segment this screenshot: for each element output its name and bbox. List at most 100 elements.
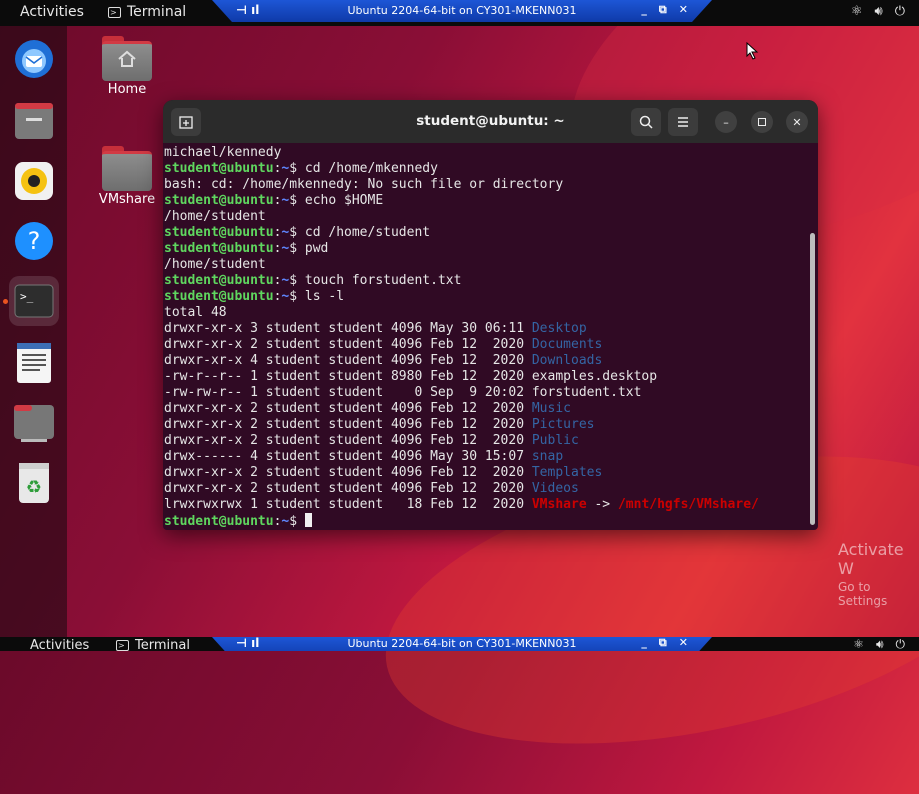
output-text: michael/kennedy [164,145,282,160]
terminal-line: drwxr-xr-x 2 student student 4096 Feb 12… [164,481,818,497]
menu-button[interactable] [668,108,698,136]
command-text: touch forstudent.txt [304,273,462,288]
link-target: /mnt/hgfs/VMshare/ [617,497,759,512]
terminal-line: student@ubuntu:~$ cd /home/mkennedy [164,161,818,177]
desktop-icon-vmshare[interactable]: VMshare [92,146,162,207]
search-button[interactable] [631,108,661,136]
desktop-icon-label: Home [107,82,147,97]
folder-icon [102,146,152,191]
maximize-button[interactable] [751,111,773,133]
text-editor-icon[interactable] [9,338,59,388]
prompt-user: student@ubuntu [164,514,274,529]
prompt-user: student@ubuntu [164,273,274,288]
ls-entry-name: Downloads [531,353,603,368]
vm-toolbar[interactable]: ⊣ ıl Ubuntu 2204-64-bit on CY301-MKENN03… [212,0,712,22]
activate-windows-watermark: Activate W Go to Settings [838,540,919,608]
terminal-line: drwxr-xr-x 2 student student 4096 Feb 12… [164,465,818,481]
ls-entry-meta: drwxr-xr-x 2 student student 4096 Feb 12… [164,433,532,448]
prompt-symbol: $ [289,273,305,288]
ls-entry-name: forstudent.txt [531,385,642,400]
output-text: /home/student [164,257,266,272]
help-icon[interactable]: ? [9,216,59,266]
link-arrow: -> [586,497,618,512]
prompt-user: student@ubuntu [164,289,274,304]
vm-title: Ubuntu 2204-64-bit on CY301-MKENN031 [347,4,577,17]
svg-text:?: ? [28,227,41,255]
terminal-line: drwxr-xr-x 2 student student 4096 Feb 12… [164,337,818,353]
rhythmbox-icon[interactable] [9,156,59,206]
prompt-symbol: $ [289,193,305,208]
terminal-icon[interactable]: >_ [9,276,59,326]
power-icon[interactable]: ⏻ [895,4,905,19]
activities-button[interactable]: Activities [20,4,84,20]
vm-restore-button[interactable]: ⧉ [659,637,667,650]
watermark-line2: Go to Settings [838,580,888,608]
vm-close-button[interactable]: ✕ [679,637,688,650]
prompt-symbol: $ [289,161,305,176]
terminal-line: student@ubuntu:~$ pwd [164,241,818,257]
text-cursor [304,513,312,527]
thunderbird-icon[interactable] [9,34,59,84]
prompt-user: student@ubuntu [164,225,274,240]
app-menu-terminal[interactable]: > Terminal [116,638,190,651]
mouse-pointer-icon [746,42,759,60]
volume-icon[interactable]: 🔊︎ [876,637,884,651]
close-icon: ✕ [792,115,802,129]
ls-entry-meta: drwxr-xr-x 3 student student 4096 May 30… [164,321,532,336]
ls-entry-meta: drwx------ 4 student student 4096 May 30… [164,449,532,464]
terminal-line: student@ubuntu:~$ cd /home/student [164,225,818,241]
ls-entry-name: Music [531,401,571,416]
ls-entry-meta: drwxr-xr-x 2 student student 4096 Feb 12… [164,417,532,432]
ls-entry-meta: drwxr-xr-x 2 student student 4096 Feb 12… [164,401,532,416]
maximize-icon [758,118,766,126]
svg-text:♻: ♻ [26,477,42,498]
dock: ? >_ ♻ [0,26,67,637]
output-text: total 48 [164,305,227,320]
desktop-icon-home[interactable]: Home [92,36,162,97]
command-text: echo $HOME [304,193,384,208]
close-button[interactable]: ✕ [786,111,808,133]
power-icon[interactable]: ⏻ [896,637,906,651]
scrollbar[interactable] [810,233,815,525]
app-menu-terminal[interactable]: > Terminal [108,4,186,20]
terminal-line: /home/student [164,257,818,273]
prompt-user: student@ubuntu [164,241,274,256]
prompt-symbol: $ [289,514,305,529]
vm-close-button[interactable]: ✕ [679,3,688,17]
terminal-line: drwxr-xr-x 2 student student 4096 Feb 12… [164,401,818,417]
ls-entry-name: Public [531,433,579,448]
ls-entry-name: Documents [531,337,603,352]
files-icon[interactable] [9,96,59,146]
vm-toolbar[interactable]: ⊣ ıl Ubuntu 2204-64-bit on CY301-MKENN03… [212,637,712,651]
shared-folder-icon[interactable] [9,398,59,448]
network-icon[interactable]: ⚛ [853,637,864,651]
terminal-output[interactable]: michael/kennedy student@ubuntu:~$ cd /hom… [163,143,818,530]
terminal-icon: > [116,640,129,651]
terminal-line: lrwxrwxrwx 1 student student 18 Feb 12 2… [164,497,818,513]
activities-button[interactable]: Activities [30,638,89,651]
command-text: ls -l [304,289,345,304]
terminal-line: -rw-rw-r-- 1 student student 0 Sep 9 20:… [164,385,818,401]
watermark-line1: Activate W [838,540,904,578]
output-text: bash: cd: /home/mkennedy: No such file o… [164,177,564,192]
prompt-user: student@ubuntu [164,161,274,176]
terminal-line: total 48 [164,305,818,321]
vm-minimize-button[interactable]: _ [641,637,647,650]
terminal-line: student@ubuntu:~$ ls -l [164,289,818,305]
terminal-window[interactable]: student@ubuntu: ~ – ✕ michael/kennedy stu… [163,100,818,530]
minimize-button[interactable]: – [715,111,737,133]
terminal-header-bar[interactable]: student@ubuntu: ~ – ✕ [163,100,818,143]
vm-restore-button[interactable]: ⧉ [659,3,667,17]
terminal-line: student@ubuntu:~$ echo $HOME [164,193,818,209]
network-icon[interactable]: ⚛ [851,4,863,19]
volume-icon[interactable]: 🔊︎ [875,4,883,19]
prompt-symbol: $ [289,289,305,304]
command-text: cd /home/student [304,225,431,240]
vm-minimize-button[interactable]: _ [641,3,647,17]
ls-entry-name: snap [531,449,564,464]
trash-icon[interactable]: ♻ [9,458,59,508]
ls-entry-name: Desktop [531,321,587,336]
terminal-line: -rw-r--r-- 1 student student 8980 Feb 12… [164,369,818,385]
terminal-line: student@ubuntu:~$ touch forstudent.txt [164,273,818,289]
app-menu-label: Terminal [127,4,187,20]
